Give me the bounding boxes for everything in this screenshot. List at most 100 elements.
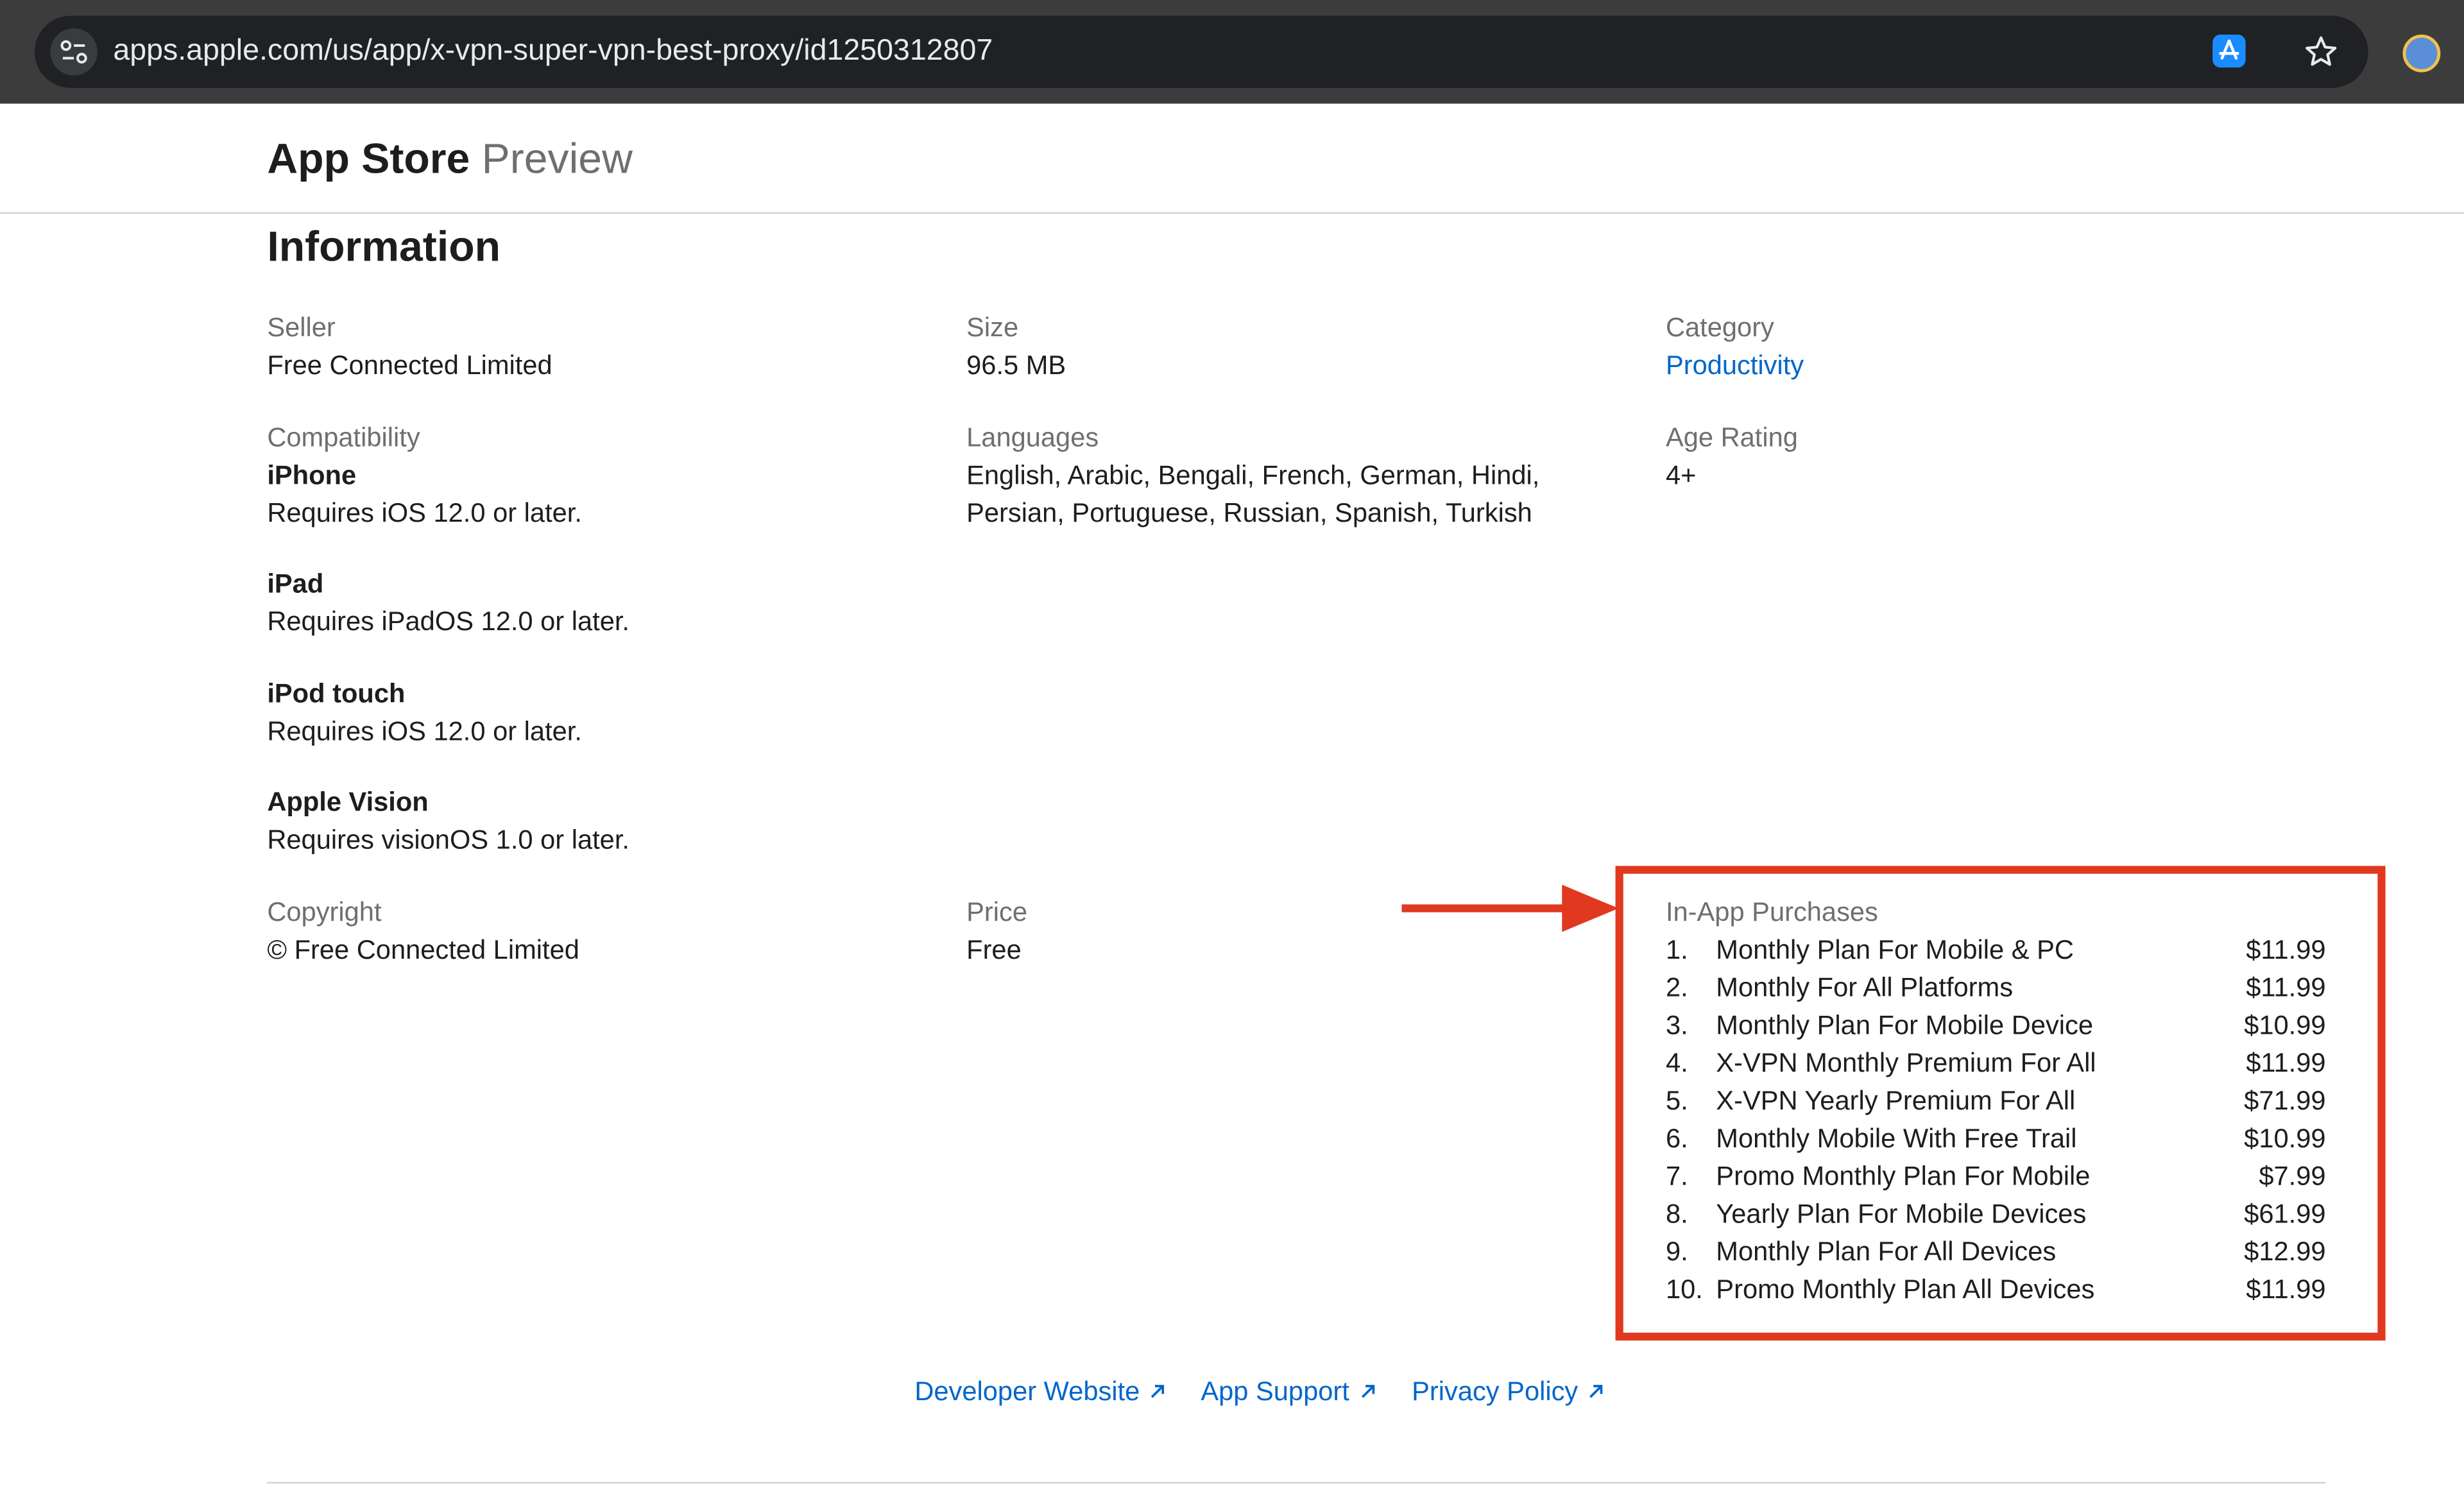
list-item: 7. Promo Monthly Plan For Mobile $7.99 bbox=[1666, 1158, 2326, 1196]
in-app-purchases-label: In-App Purchases bbox=[1665, 897, 1878, 927]
item-number: 4. bbox=[1665, 1048, 1688, 1079]
item-price: $7.99 bbox=[2259, 1161, 2326, 1192]
category-link[interactable]: Productivity bbox=[1666, 347, 1804, 385]
bookmark-star-icon[interactable] bbox=[2297, 28, 2344, 75]
browser-toolbar: apps.apple.com/us/app/x-vpn-super-vpn-be… bbox=[0, 0, 2464, 104]
device-name: iPad bbox=[267, 569, 324, 599]
item-number: 8. bbox=[1665, 1199, 1688, 1230]
in-app-purchases-list: 1. Monthly Plan For Mobile & PC $11.99 2. M… bbox=[1666, 932, 2326, 1309]
item-number: 9. bbox=[1665, 1237, 1688, 1267]
item-number: 3. bbox=[1665, 1010, 1688, 1041]
developer-website-label: Developer Website bbox=[914, 1376, 1140, 1407]
item-name: Monthly Plan For Mobile & PC bbox=[1716, 935, 2074, 965]
list-item: 4. X-VPN Monthly Premium For All $11.99 bbox=[1666, 1045, 2326, 1083]
category-field: Category Productivity bbox=[1666, 309, 1804, 385]
compatibility-field: Compatibility iPhone Requires iOS 12.0 o… bbox=[267, 420, 582, 533]
size-label: Size bbox=[966, 313, 1019, 343]
languages-label: Languages bbox=[966, 422, 1099, 453]
list-item: 6. Monthly Mobile With Free Trail $10.99 bbox=[1666, 1120, 2326, 1158]
age-rating-label: Age Rating bbox=[1665, 422, 1798, 453]
item-price: $11.99 bbox=[2246, 935, 2326, 965]
external-arrow-icon bbox=[1589, 1385, 1603, 1398]
app-support-link[interactable]: App Support bbox=[1201, 1376, 1376, 1407]
annotation-arrow-icon bbox=[1401, 884, 1619, 932]
list-item: 2. Monthly For All Platforms $11.99 bbox=[1666, 970, 2326, 1007]
item-name: Monthly Mobile With Free Trail bbox=[1716, 1124, 2077, 1154]
item-name: Promo Monthly Plan All Devices bbox=[1716, 1274, 2095, 1305]
item-number: 10. bbox=[1665, 1274, 1703, 1305]
languages-line-2: Persian, Portuguese, Russian, Spanish, T… bbox=[966, 498, 1532, 528]
item-price: $11.99 bbox=[2246, 1274, 2326, 1305]
age-rating-value: 4+ bbox=[1665, 460, 1697, 491]
information-heading: Information bbox=[267, 223, 501, 271]
compatibility-label: Compatibility bbox=[267, 422, 420, 453]
device-requirement: Requires iOS 12.0 or later. bbox=[267, 498, 582, 528]
list-item: 1. Monthly Plan For Mobile & PC $11.99 bbox=[1666, 932, 2326, 970]
in-app-purchases-field: In-App Purchases bbox=[1666, 894, 1878, 932]
profile-avatar[interactable] bbox=[2402, 34, 2441, 73]
category-label: Category bbox=[1665, 313, 1774, 343]
seller-value: Free Connected Limited bbox=[267, 350, 552, 381]
item-name: Monthly Plan For Mobile Device bbox=[1716, 1010, 2094, 1041]
price-label: Price bbox=[966, 897, 1027, 927]
languages-field: Languages English, Arabic, Bengali, Fren… bbox=[966, 420, 1539, 533]
item-price: $12.99 bbox=[2244, 1237, 2326, 1267]
item-price: $61.99 bbox=[2244, 1199, 2326, 1230]
developer-website-link[interactable]: Developer Website bbox=[914, 1376, 1167, 1407]
device-name: iPhone bbox=[267, 460, 357, 491]
item-name: Monthly For All Platforms bbox=[1716, 972, 2014, 1003]
item-number: 6. bbox=[1665, 1124, 1688, 1154]
external-arrow-icon bbox=[1151, 1385, 1165, 1398]
list-item: 8. Yearly Plan For Mobile Devices $61.99 bbox=[1666, 1196, 2326, 1234]
device-requirement: Requires iPadOS 12.0 or later. bbox=[267, 606, 630, 637]
item-price: $10.99 bbox=[2244, 1010, 2326, 1041]
copyright-label: Copyright bbox=[267, 897, 382, 927]
compatibility-device-vision: Apple Vision Requires visionOS 1.0 or la… bbox=[267, 784, 629, 860]
item-name: Promo Monthly Plan For Mobile bbox=[1716, 1161, 2091, 1192]
item-number: 5. bbox=[1665, 1086, 1688, 1116]
size-value: 96.5 MB bbox=[966, 350, 1066, 381]
age-rating-field: Age Rating 4+ bbox=[1666, 420, 1798, 495]
list-item: 5. X-VPN Yearly Premium For All $71.99 bbox=[1666, 1083, 2326, 1120]
seller-field: Seller Free Connected Limited bbox=[267, 309, 552, 385]
item-number: 7. bbox=[1665, 1161, 1688, 1192]
device-name: iPod touch bbox=[267, 678, 406, 709]
size-field: Size 96.5 MB bbox=[966, 309, 1066, 385]
app-support-label: App Support bbox=[1201, 1376, 1349, 1407]
copyright-field: Copyright © Free Connected Limited bbox=[267, 894, 579, 970]
item-name: X-VPN Yearly Premium For All bbox=[1716, 1086, 2076, 1116]
price-field: Price Free bbox=[966, 894, 1027, 970]
brand-light: Preview bbox=[470, 135, 633, 183]
brand-strong: App Store bbox=[267, 135, 470, 183]
site-info-icon[interactable] bbox=[50, 28, 98, 76]
item-number: 1. bbox=[1665, 935, 1688, 965]
app-store-header: App Store Preview bbox=[0, 103, 2464, 214]
list-item: 9. Monthly Plan For All Devices $12.99 bbox=[1666, 1233, 2326, 1271]
device-requirement: Requires visionOS 1.0 or later. bbox=[267, 825, 629, 855]
item-price: $11.99 bbox=[2246, 1048, 2326, 1079]
item-number: 2. bbox=[1665, 972, 1688, 1003]
address-bar[interactable]: apps.apple.com/us/app/x-vpn-super-vpn-be… bbox=[34, 15, 2368, 89]
copyright-value: © Free Connected Limited bbox=[267, 935, 579, 965]
item-price: $10.99 bbox=[2244, 1124, 2326, 1154]
languages-line-1: English, Arabic, Bengali, French, German… bbox=[966, 460, 1540, 491]
footer-divider bbox=[267, 1482, 2326, 1484]
device-requirement: Requires iOS 12.0 or later. bbox=[267, 716, 582, 747]
item-price: $71.99 bbox=[2244, 1086, 2326, 1116]
footer-links: Developer Website App Support Privacy Po… bbox=[914, 1376, 1633, 1408]
app-store-preview-logo[interactable]: App Store Preview bbox=[267, 135, 633, 184]
external-arrow-icon bbox=[1361, 1385, 1374, 1398]
compatibility-device-ipod: iPod touch Requires iOS 12.0 or later. bbox=[267, 676, 582, 751]
price-value: Free bbox=[966, 935, 1022, 965]
item-name: X-VPN Monthly Premium For All bbox=[1716, 1048, 2096, 1079]
list-item: 10. Promo Monthly Plan All Devices $11.99 bbox=[1666, 1271, 2326, 1309]
privacy-policy-link[interactable]: Privacy Policy bbox=[1412, 1376, 1605, 1407]
app-store-extension-icon[interactable] bbox=[2212, 34, 2246, 68]
item-name: Yearly Plan For Mobile Devices bbox=[1716, 1199, 2087, 1230]
privacy-policy-label: Privacy Policy bbox=[1412, 1376, 1579, 1407]
list-item: 3. Monthly Plan For Mobile Device $10.99 bbox=[1666, 1007, 2326, 1045]
seller-label: Seller bbox=[267, 313, 336, 343]
item-price: $11.99 bbox=[2246, 972, 2326, 1003]
url-text[interactable]: apps.apple.com/us/app/x-vpn-super-vpn-be… bbox=[113, 15, 993, 88]
item-name: Monthly Plan For All Devices bbox=[1716, 1237, 2057, 1267]
